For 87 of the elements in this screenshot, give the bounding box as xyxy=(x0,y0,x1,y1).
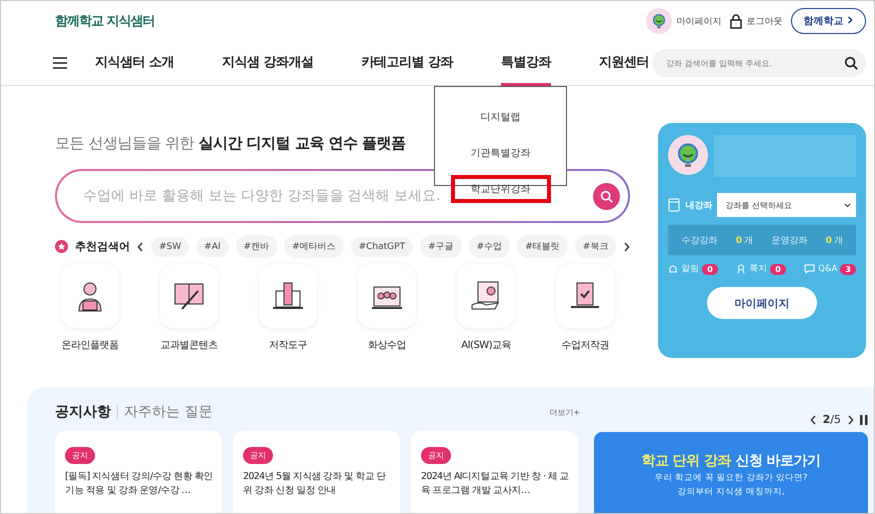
promo-banner[interactable]: 학교 단위 강좌 신청 바로가기 우리 학교에 꼭 필요한 강좌가 있다면? 강의부터 지식샘 매칭까지, xyxy=(594,432,868,513)
tag-chip[interactable]: #구글 xyxy=(420,235,462,258)
category-label[interactable]: AI(SW)교육 xyxy=(461,338,512,352)
tag-chip[interactable]: #ChatGPT xyxy=(350,236,414,256)
notice-title: [필독] 지식샘터 강의/수강 현황 확인 기능 적용 및 강좌 운영/수강 … xyxy=(65,470,214,498)
banner-title: 학교 단위 강좌 신청 바로가기 xyxy=(641,452,821,470)
tag-chip[interactable]: #수업 xyxy=(468,235,510,258)
notice-title: 2024년 AI디지털교육 기반 창 · 체 교육 프로그램 개발 교사지… xyxy=(421,470,570,498)
page-counter: 2/5 xyxy=(822,413,841,426)
counter-label: 쪽지 xyxy=(749,263,768,275)
search-field[interactable]: 강좌 검색어를 입력해 주세요. xyxy=(652,49,866,77)
category-label[interactable]: 저작도구 xyxy=(269,338,308,352)
stat-label: 운영강좌 xyxy=(771,234,808,246)
tags-label: 추천검색어 xyxy=(75,239,130,254)
category-tile[interactable] xyxy=(358,264,416,328)
nav-item[interactable]: 지식샘터 소개 xyxy=(95,40,174,86)
link-label: 로그아웃 xyxy=(746,16,783,28)
stat-count: 0 개 xyxy=(736,234,753,246)
notice-card[interactable]: 공지 [필독] 지식샘터 강의/수강 현황 확인 기능 적용 및 강좌 운영/수강 … xyxy=(55,431,222,513)
partner-button[interactable]: 함께학교 xyxy=(790,8,866,34)
counter-link[interactable]: Q&A 3 xyxy=(804,264,856,274)
lock-icon xyxy=(730,14,742,28)
counter-link[interactable]: 쪽지 0 xyxy=(736,263,786,275)
tag-chip[interactable]: #메타버스 xyxy=(284,235,344,258)
chat-icon xyxy=(804,264,816,274)
notice-card[interactable]: 공지 2024년 AI디지털교육 기반 창 · 체 교육 프로그램 개발 교사지… xyxy=(411,431,578,513)
category-tile[interactable] xyxy=(160,264,218,328)
tag-chip[interactable]: #SW xyxy=(151,236,190,256)
category-tile[interactable] xyxy=(259,264,318,328)
menu-item[interactable]: 디지털랩 xyxy=(468,103,532,131)
header-link[interactable]: 마이페이지 xyxy=(646,8,722,34)
notice-title: 2024년 5월 지식샘 강좌 및 학교 단위 강좌 신청 일정 안내 xyxy=(243,470,387,498)
search-icon xyxy=(600,190,614,202)
mypage-button[interactable]: 마이페이지 xyxy=(707,287,818,319)
count-badge: 3 xyxy=(840,264,856,274)
menu-item[interactable]: 학교단위강좌 xyxy=(450,175,550,203)
count-badge: 0 xyxy=(770,264,786,274)
star-icon xyxy=(55,240,68,253)
chevron-right-icon xyxy=(847,16,853,24)
course-select[interactable]: 강좌를 선택하세요 xyxy=(717,193,856,217)
search-input[interactable]: 강좌 검색어를 입력해 주세요. xyxy=(664,58,844,68)
category-label[interactable]: 수업저작권 xyxy=(561,338,609,352)
nav-item[interactable]: 지원센터 xyxy=(599,40,650,86)
count-badge: 0 xyxy=(702,264,718,274)
tag-chip[interactable]: #태블릿 xyxy=(517,235,568,258)
search-icon xyxy=(844,56,858,70)
pause-icon[interactable] xyxy=(860,414,868,424)
next-button[interactable] xyxy=(847,414,854,424)
menu-item[interactable]: 기관특별강좌 xyxy=(458,139,542,167)
category-label[interactable]: 화상수업 xyxy=(368,338,406,352)
category-label[interactable]: 교과별콘텐츠 xyxy=(160,338,218,352)
banner-text: 강의부터 지식샘 매칭까지, xyxy=(677,486,785,498)
counter-label: 알림 xyxy=(681,263,700,275)
chevron-down-icon xyxy=(844,202,851,208)
chevron-left-icon[interactable] xyxy=(137,242,144,252)
section-tab[interactable]: 자주하는 질문 xyxy=(124,403,212,421)
counter-label: Q&A xyxy=(818,264,838,274)
course-label: 내강좌 xyxy=(685,200,712,212)
category-tile[interactable] xyxy=(457,264,516,328)
category-tile[interactable] xyxy=(61,264,119,328)
prev-button[interactable] xyxy=(810,414,817,424)
chevron-right-icon[interactable] xyxy=(623,242,630,252)
category-label[interactable]: 온라인플랫폼 xyxy=(62,338,118,352)
search-button[interactable] xyxy=(593,182,620,210)
more-link[interactable]: 더보기+ xyxy=(549,406,580,418)
tag-chip[interactable]: #캔바 xyxy=(236,235,278,258)
nav-item[interactable]: 지식샘 강좌개설 xyxy=(222,40,314,86)
site-logo[interactable]: 함께학교 지식샘터 xyxy=(55,12,155,30)
stat-label: 수강강좌 xyxy=(681,234,718,246)
link-label: 마이페이지 xyxy=(676,16,722,28)
notice-card[interactable]: 공지 2024년 5월 지식샘 강좌 및 학교 단위 강좌 신청 일정 안내 xyxy=(233,431,400,513)
headline: 모든 선생님들을 위한 실시간 디지털 교육 연수 플랫폼 xyxy=(55,134,406,153)
banner-text: 우리 학교에 꼭 필요한 강좌가 있다면? xyxy=(654,472,808,484)
notice-badge: 공지 xyxy=(421,447,451,464)
counter-link[interactable]: 알림 0 xyxy=(668,263,718,275)
document-icon xyxy=(668,198,680,212)
notice-badge: 공지 xyxy=(243,447,273,464)
bell-icon xyxy=(668,264,678,274)
menu-icon[interactable] xyxy=(53,57,67,69)
category-tile[interactable] xyxy=(556,264,614,328)
stat-count: 0 개 xyxy=(826,234,843,246)
header-link[interactable]: 로그아웃 xyxy=(730,14,783,28)
notice-badge: 공지 xyxy=(65,447,95,464)
nav-item[interactable]: 카테고리별 강좌 xyxy=(362,40,454,86)
tag-chip[interactable]: #AI xyxy=(196,236,229,256)
tag-chip[interactable]: #북크 xyxy=(574,235,616,258)
section-tab[interactable]: 공지사항 xyxy=(55,403,111,421)
